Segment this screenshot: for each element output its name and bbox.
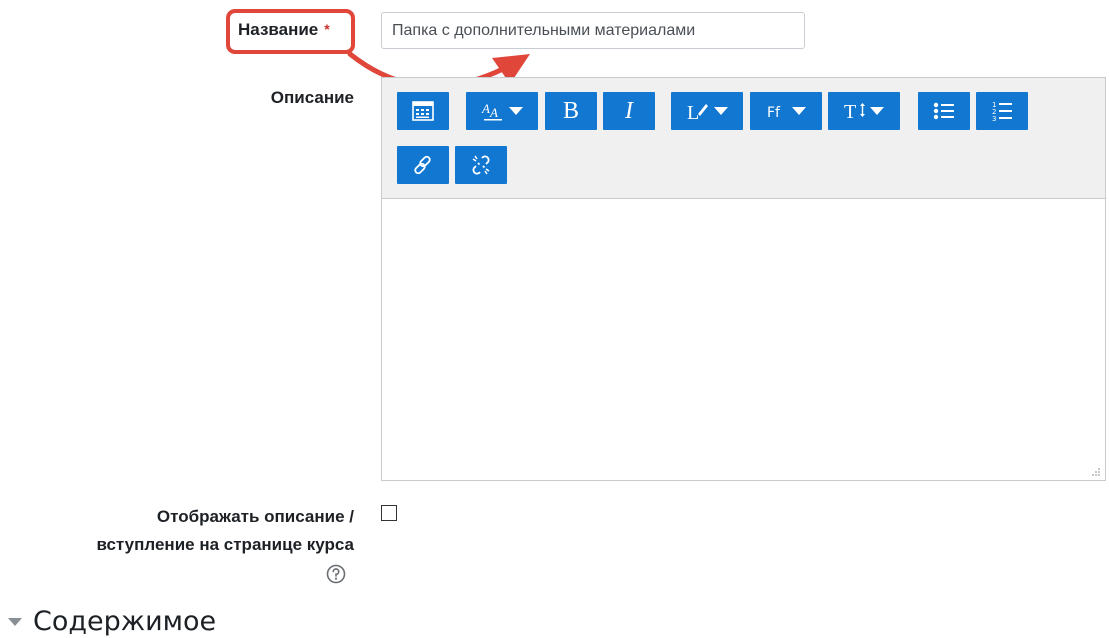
unlink-icon — [472, 155, 490, 175]
resize-handle-icon[interactable] — [1091, 467, 1101, 477]
svg-text:3: 3 — [992, 115, 996, 122]
svg-text:A: A — [489, 105, 498, 120]
bullet-list-button[interactable] — [918, 92, 970, 130]
folder-settings-form: Название * Описание A A — [0, 0, 1109, 638]
paragraph-style-icon: L — [687, 102, 708, 122]
numbered-list-button[interactable]: 1 2 3 — [976, 92, 1028, 130]
font-style-button[interactable]: A A — [466, 92, 538, 130]
description-label: Описание — [270, 88, 354, 107]
toolbar-toggle-icon — [412, 101, 434, 121]
unlink-button[interactable] — [455, 146, 507, 184]
name-input[interactable] — [381, 12, 805, 49]
show-description-label: Отображать описание / вступление на стра… — [96, 503, 354, 559]
italic-icon: I — [625, 98, 633, 124]
link-icon — [414, 155, 431, 175]
show-description-label-line2: вступление на странице курса — [96, 535, 354, 554]
section-content-toggle[interactable]: Содержимое — [8, 606, 216, 637]
paragraph-style-button[interactable]: L — [671, 92, 743, 130]
show-description-label-line1: Отображать описание / — [156, 507, 354, 526]
chevron-down-icon — [714, 107, 728, 115]
section-content-title: Содержимое — [33, 606, 217, 637]
svg-text:A: A — [481, 101, 490, 116]
bold-button[interactable]: B — [545, 92, 597, 130]
editor-toolbar: A A B I L Ff T 1 2 3 — [382, 78, 1105, 199]
description-editor: A A B I L Ff T 1 2 3 — [381, 77, 1106, 481]
svg-text:T: T — [844, 101, 856, 122]
name-label: Название * — [238, 20, 330, 40]
font-family-icon: Ff — [767, 105, 781, 121]
bold-icon: B — [562, 98, 579, 124]
numbered-list-icon: 1 2 3 — [992, 101, 1012, 122]
svg-text:L: L — [687, 102, 699, 122]
description-editor-content[interactable] — [382, 199, 1105, 480]
show-description-checkbox[interactable] — [381, 505, 397, 521]
font-family-button[interactable]: Ff — [750, 92, 822, 130]
bullet-list-icon — [933, 102, 954, 120]
font-style-icon: A A — [481, 101, 502, 121]
name-label-text: Название — [238, 20, 319, 39]
toolbar-toggle-button[interactable] — [397, 92, 449, 130]
chevron-down-icon — [792, 107, 806, 115]
required-icon: * — [324, 21, 330, 37]
chevron-down-icon — [509, 107, 523, 115]
help-icon[interactable] — [326, 564, 346, 584]
font-size-icon: T — [844, 101, 865, 122]
font-size-button[interactable]: T — [828, 92, 900, 130]
chevron-down-icon — [870, 107, 884, 115]
italic-button[interactable]: I — [603, 92, 655, 130]
svg-text:Ff: Ff — [767, 105, 781, 121]
link-button[interactable] — [397, 146, 449, 184]
chevron-down-icon — [8, 617, 22, 626]
